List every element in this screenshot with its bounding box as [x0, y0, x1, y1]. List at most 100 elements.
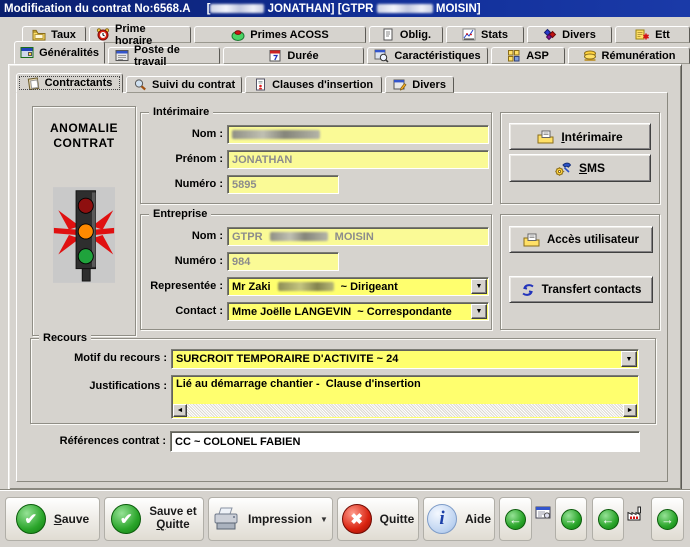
sms-icon: [555, 161, 572, 176]
dropdown-caret-icon[interactable]: ▼: [320, 515, 328, 524]
folder-document-icon: [537, 130, 554, 144]
transfert-contacts-button[interactable]: Transfert contacts: [509, 276, 653, 303]
previous-contract-button[interactable]: ←: [499, 497, 532, 541]
interimaire-nom-field[interactable]: [227, 125, 489, 144]
anomalie-line2: CONTRAT: [33, 136, 135, 150]
horizontal-scrollbar[interactable]: ◄ ►: [173, 404, 637, 417]
button-label: Impression: [248, 512, 312, 526]
button-label: Sauve: [54, 512, 89, 526]
interimaire-button[interactable]: Intérimaire: [509, 123, 651, 150]
subtab-clauses-insertion[interactable]: Clauses d'insertion: [245, 76, 382, 93]
tab-row-1: Taux Prime horaire Primes ACOSS Oblig. S…: [22, 26, 690, 43]
next-company-button[interactable]: →: [651, 497, 684, 541]
justifications-label: Justifications :: [35, 377, 167, 396]
tab-generalites[interactable]: Généralités: [14, 41, 105, 64]
representee-prefix: Mr Zaki: [232, 281, 274, 293]
form-icon: [115, 49, 129, 62]
tab-label: Ett: [655, 29, 670, 41]
button-label: Transfert contacts: [542, 284, 642, 296]
impression-button[interactable]: Impression ▼: [208, 497, 333, 541]
redacted-name: [377, 4, 433, 13]
interimaire-group: Intérimaire Nom : Prénom : JONATHAN Numé…: [140, 112, 492, 204]
tab-asp[interactable]: ASP: [491, 47, 565, 64]
sauve-button[interactable]: ✔ Sauve: [5, 497, 100, 541]
scroll-left-button[interactable]: ◄: [173, 404, 187, 417]
nom-suffix: MOISIN: [332, 231, 374, 243]
previous-company-button[interactable]: ←: [592, 497, 624, 541]
subtab-divers[interactable]: Divers: [385, 76, 454, 93]
clipboard-icon: [27, 77, 40, 90]
scrollbar-track[interactable]: [187, 404, 623, 417]
dropdown-arrow-button[interactable]: ▼: [471, 304, 487, 319]
representee-suffix: ~ Dirigeant: [338, 281, 398, 293]
tab-poste-de-travail[interactable]: Poste de travail: [108, 47, 220, 64]
info-circle-icon: i: [427, 504, 457, 534]
tab-row-2: Généralités Poste de travail Durée Carac…: [14, 43, 690, 64]
interimaire-group-label: Intérimaire: [149, 106, 213, 118]
subtab-label: Contractants: [45, 77, 113, 89]
subtab-suivi-du-contrat[interactable]: Suivi du contrat: [126, 76, 242, 93]
interimaire-actions-frame: Intérimaire SMS: [500, 112, 660, 204]
contact-value: Mme Joëlle LANGEVIN ~ Correspondante: [232, 306, 452, 318]
button-label: SMS: [579, 161, 605, 175]
anomalie-line1: ANOMALIE: [33, 121, 135, 135]
entreprise-nom-field[interactable]: GTPR MOISIN: [227, 227, 489, 246]
next-contract-button[interactable]: →: [555, 497, 587, 541]
contract-form-icon: [535, 506, 552, 521]
entreprise-group-label: Entreprise: [149, 208, 211, 220]
quitte-button[interactable]: ✖ Quitte: [337, 497, 419, 541]
entreprise-group: Entreprise Nom : GTPR MOISIN Numéro : 98…: [140, 214, 492, 330]
button-label-line2: Quitte: [156, 519, 189, 532]
sauve-et-quitte-button[interactable]: ✔ Sauve etQuitte: [104, 497, 204, 541]
dropdown-arrow-button[interactable]: ▼: [471, 279, 487, 294]
printer-icon: [213, 506, 240, 532]
representee-combobox[interactable]: Mr Zaki ~ Dirigeant ▼: [227, 277, 489, 296]
acoss-icon: [231, 28, 245, 41]
contact-combobox[interactable]: Mme Joëlle LANGEVIN ~ Correspondante ▼: [227, 302, 489, 321]
redacted-text: [270, 232, 328, 241]
tab-label: Caractéristiques: [394, 50, 480, 62]
justifications-textarea[interactable]: Lié au démarrage chantier - Clause d'ins…: [171, 375, 639, 419]
tab-primes-acoss[interactable]: Primes ACOSS: [194, 26, 366, 43]
subtab-contractants[interactable]: Contractants: [16, 73, 123, 93]
tab-label: Rémunération: [602, 50, 676, 62]
tab-caracteristiques[interactable]: Caractéristiques: [367, 47, 488, 64]
document-person-icon: [254, 78, 267, 91]
numero-value: 5895: [232, 179, 256, 191]
subtab-label: Suivi du contrat: [152, 79, 235, 91]
tab-prime-horaire[interactable]: Prime horaire: [89, 26, 191, 43]
aide-button[interactable]: i Aide: [423, 497, 495, 541]
acces-utilisateur-button[interactable]: Accès utilisateur: [509, 226, 653, 253]
tab-ett[interactable]: Ett: [615, 26, 690, 43]
sms-button[interactable]: SMS: [509, 154, 651, 182]
arrow-left-icon: ←: [598, 509, 619, 530]
motif-du-recours-combobox[interactable]: SURCROIT TEMPORAIRE D'ACTIVITE ~ 24▼: [171, 349, 639, 369]
references-contrat-field[interactable]: CC ~ COLONEL FABIEN: [170, 431, 640, 452]
tab-duree[interactable]: Durée: [223, 47, 364, 64]
arrow-left-icon: ←: [505, 509, 526, 530]
references-value: CC ~ COLONEL FABIEN: [175, 436, 300, 448]
titlebar: Modification du contrat No:6568.A[ JONAT…: [0, 0, 690, 17]
window-title: Modification du contrat No:6568.A: [4, 3, 191, 15]
tab-stats[interactable]: Stats: [446, 26, 524, 43]
motif-du-recours-label: Motif du recours :: [35, 349, 167, 368]
x-circle-icon: ✖: [342, 504, 372, 534]
tab-divers-1[interactable]: Divers: [527, 26, 612, 43]
redacted-text: [278, 282, 334, 291]
titlebar-bracket1-name: JONATHAN]: [264, 3, 337, 15]
entreprise-numero-field[interactable]: 984: [227, 252, 339, 271]
tab-remuneration[interactable]: Rémunération: [568, 47, 690, 64]
dropdown-arrow-button[interactable]: ▼: [621, 351, 637, 367]
interimaire-prenom-field[interactable]: JONATHAN: [227, 150, 489, 169]
contact-label: Contact :: [143, 302, 223, 321]
interimaire-numero-field[interactable]: 5895: [227, 175, 339, 194]
tab-oblig[interactable]: Oblig.: [369, 26, 443, 43]
calendar-icon: [268, 49, 282, 62]
button-label: Intérimaire: [561, 130, 622, 144]
grid-icon: [507, 49, 521, 62]
folder-asterisk-icon: [635, 28, 650, 41]
check-circle-icon: ✔: [16, 504, 46, 534]
subtab-row: Contractants Suivi du contrat Clauses d'…: [16, 75, 454, 93]
scroll-right-button[interactable]: ►: [623, 404, 637, 417]
nom-prefix: GTPR: [232, 231, 266, 243]
